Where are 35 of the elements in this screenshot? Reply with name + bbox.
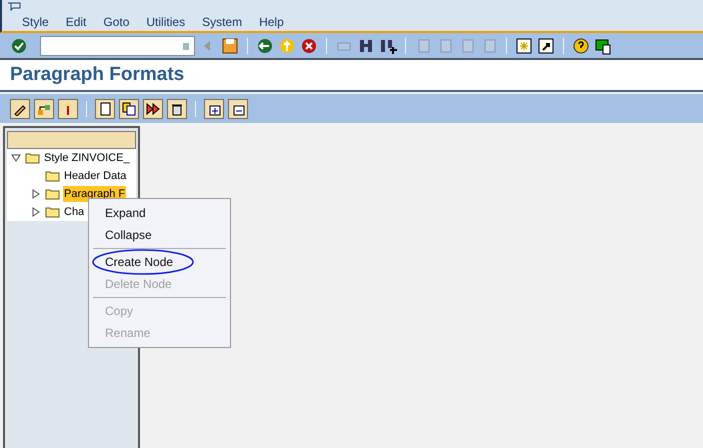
menu-item[interactable]: Help [259,13,284,31]
menu-item[interactable]: System [202,13,242,31]
expand-all-icon[interactable] [204,98,224,118]
collapse-triangle-icon[interactable] [11,153,21,163]
tree-node[interactable]: Cha [63,204,86,220]
tree-node[interactable]: Header Data [63,168,128,184]
hierarchy-icon[interactable] [34,98,54,118]
shortcut-icon[interactable] [537,36,555,54]
tree-node[interactable]: Style ZINVOICE_ [43,150,131,166]
check-icon[interactable] [10,36,28,54]
back-icon[interactable] [256,36,274,54]
save-icon[interactable] [221,36,239,54]
help-icon[interactable] [572,36,590,54]
edit-icon[interactable] [10,98,30,118]
folder-icon [25,152,40,164]
menu-item[interactable]: Goto [103,13,130,31]
menu-item[interactable]: Edit [66,13,86,31]
menu-item[interactable]: Style [22,13,49,31]
new-window-icon[interactable] [515,36,533,54]
system-menu-icon[interactable] [7,2,21,14]
folder-icon [45,188,60,200]
menu-entry[interactable]: Collapse [105,226,152,244]
collapse-all-icon[interactable] [228,98,248,118]
layout-icon[interactable] [594,36,612,54]
command-field[interactable] [40,36,195,56]
wand-icon[interactable] [58,98,78,118]
folder-icon [45,206,60,218]
trash-icon[interactable] [167,98,187,118]
cancel-icon[interactable] [300,36,318,54]
folder-icon [45,170,60,182]
menu-entry[interactable]: Expand [105,204,146,222]
copy-icon[interactable] [119,98,139,118]
screen-title: Paragraph Formats [10,62,184,87]
new-document-icon[interactable] [95,98,115,118]
menu-item[interactable]: Utilities [146,13,186,31]
